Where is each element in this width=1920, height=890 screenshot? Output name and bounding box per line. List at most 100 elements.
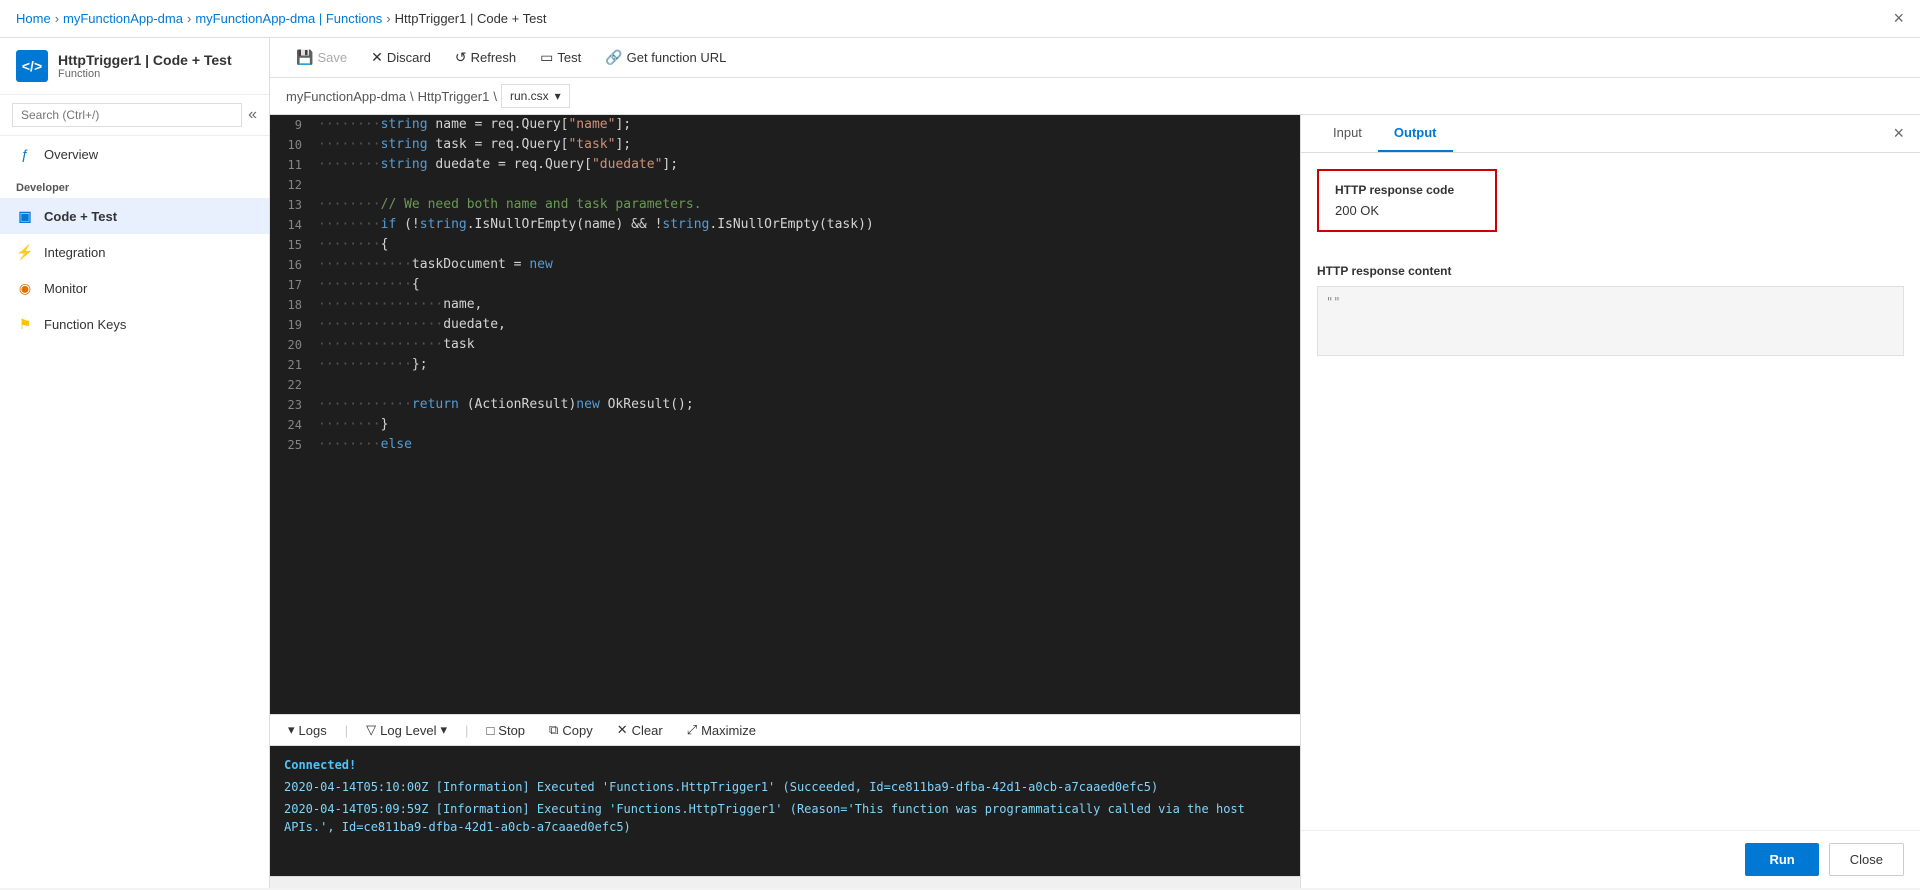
sidebar-item-label-monitor: Monitor <box>44 281 87 296</box>
http-response-code-value: 200 OK <box>1335 203 1479 218</box>
sidebar-search-area: « <box>0 95 269 136</box>
code-line: 15 ········{ <box>270 235 1300 255</box>
stop-icon: □ <box>486 723 494 738</box>
log-level-button[interactable]: ▽ Log Level ▾ <box>360 720 453 740</box>
code-test-icon: ▣ <box>16 207 34 225</box>
code-path: myFunctionApp-dma \ HttpTrigger1 \ <box>286 89 497 104</box>
file-dropdown[interactable]: run.csx ▾ <box>501 84 570 108</box>
discard-icon: ✕ <box>371 49 383 66</box>
sidebar-item-monitor[interactable]: ◉ Monitor <box>0 270 269 306</box>
integration-icon: ⚡ <box>16 243 34 261</box>
sidebar-logo: </> <box>16 50 48 82</box>
breadcrumb-home[interactable]: Home <box>16 11 51 26</box>
developer-section-label: Developer <box>0 172 269 198</box>
http-response-code-label: HTTP response code <box>1335 183 1479 197</box>
main-area: 💾 Save ✕ Discard ↺ Refresh ▭ Test 🔗 Get … <box>270 38 1920 888</box>
close-button[interactable]: Close <box>1829 843 1904 876</box>
code-path-trigger: HttpTrigger1 <box>418 89 490 104</box>
right-panel-footer: Run Close <box>1301 830 1920 888</box>
save-button[interactable]: 💾 Save <box>286 44 357 71</box>
top-bar: Home › myFunctionApp-dma › myFunctionApp… <box>0 0 1920 38</box>
code-section: 9 ········string name = req.Query["name"… <box>270 115 1300 888</box>
logs-toggle-button[interactable]: ▾ Logs <box>282 720 333 740</box>
sidebar-item-label-function-keys: Function Keys <box>44 317 126 332</box>
code-line: 19 ················duedate, <box>270 315 1300 335</box>
clear-button[interactable]: ✕ Clear <box>611 720 669 740</box>
right-panel-close-button[interactable]: × <box>1893 123 1904 144</box>
sidebar-item-code-test[interactable]: ▣ Code + Test <box>0 198 269 234</box>
toolbar: 💾 Save ✕ Discard ↺ Refresh ▭ Test 🔗 Get … <box>270 38 1920 78</box>
save-icon: 💾 <box>296 49 313 66</box>
code-line: 24 ········} <box>270 415 1300 435</box>
copy-button[interactable]: ⧉ Copy <box>543 720 599 740</box>
run-button[interactable]: Run <box>1745 843 1818 876</box>
code-line: 9 ········string name = req.Query["name"… <box>270 115 1300 135</box>
code-panel-header: myFunctionApp-dma \ HttpTrigger1 \ run.c… <box>270 78 1920 115</box>
copy-icon: ⧉ <box>549 722 558 738</box>
collapse-button[interactable]: « <box>248 106 257 124</box>
breadcrumb: Home › myFunctionApp-dma › myFunctionApp… <box>16 11 546 26</box>
log-connected-message: Connected! <box>284 756 1286 774</box>
right-panel-header: Input Output × <box>1301 115 1920 153</box>
log-line-1: 2020-04-14T05:10:00Z [Information] Execu… <box>284 778 1286 796</box>
clear-icon: ✕ <box>617 722 628 738</box>
code-line: 12 <box>270 175 1300 195</box>
discard-button[interactable]: ✕ Discard <box>361 44 441 71</box>
log-level-chevron-icon: ▾ <box>441 722 448 738</box>
sidebar-title: HttpTrigger1 | Code + Test <box>58 52 232 68</box>
function-keys-icon: ⚑ <box>16 315 34 333</box>
refresh-button[interactable]: ↺ Refresh <box>445 44 526 71</box>
code-line: 13 ········// We need both name and task… <box>270 195 1300 215</box>
code-line: 10 ········string task = req.Query["task… <box>270 135 1300 155</box>
code-line: 14 ········if (!string.IsNullOrEmpty(nam… <box>270 215 1300 235</box>
sidebar-item-integration[interactable]: ⚡ Integration <box>0 234 269 270</box>
sidebar-subtitle: Function <box>58 68 232 80</box>
get-function-url-button[interactable]: 🔗 Get function URL <box>595 44 736 71</box>
test-icon: ▭ <box>540 49 553 66</box>
refresh-icon: ↺ <box>455 49 467 66</box>
code-line: 21 ············}; <box>270 355 1300 375</box>
scrollbar-bottom[interactable] <box>270 876 1300 888</box>
maximize-button[interactable]: ⤢ Maximize <box>681 720 762 740</box>
sidebar: </> HttpTrigger1 | Code + Test Function … <box>0 38 270 888</box>
sidebar-item-label-overview: Overview <box>44 147 98 162</box>
right-panel: Input Output × HTTP response code 200 OK… <box>1300 115 1920 888</box>
tab-output[interactable]: Output <box>1378 115 1453 152</box>
code-editor[interactable]: 9 ········string name = req.Query["name"… <box>270 115 1300 714</box>
right-panel-content: HTTP response code 200 OK HTTP response … <box>1301 153 1920 830</box>
sidebar-item-label-integration: Integration <box>44 245 105 260</box>
link-icon: 🔗 <box>605 49 622 66</box>
test-button[interactable]: ▭ Test <box>530 44 591 71</box>
code-line: 11 ········string duedate = req.Query["d… <box>270 155 1300 175</box>
http-response-content-box: "" <box>1317 286 1904 356</box>
logs-chevron-icon: ▾ <box>288 722 295 738</box>
code-line: 22 <box>270 375 1300 395</box>
file-name: run.csx <box>510 89 549 103</box>
monitor-icon: ◉ <box>16 279 34 297</box>
code-line: 17 ············{ <box>270 275 1300 295</box>
log-line-2: 2020-04-14T05:09:59Z [Information] Execu… <box>284 800 1286 836</box>
code-line: 23 ············return (ActionResult)new … <box>270 395 1300 415</box>
http-response-code-box: HTTP response code 200 OK <box>1317 169 1497 232</box>
overview-icon: ƒ <box>16 145 34 163</box>
breadcrumb-functions[interactable]: myFunctionApp-dma | Functions <box>195 11 382 26</box>
top-close-button[interactable]: × <box>1893 8 1904 29</box>
sidebar-item-overview[interactable]: ƒ Overview <box>0 136 269 172</box>
sidebar-nav: ƒ Overview Developer ▣ Code + Test ⚡ Int… <box>0 136 269 888</box>
http-response-content-label: HTTP response content <box>1317 264 1904 278</box>
search-input[interactable] <box>12 103 242 127</box>
breadcrumb-app[interactable]: myFunctionApp-dma <box>63 11 183 26</box>
code-path-app: myFunctionApp-dma <box>286 89 406 104</box>
sidebar-item-function-keys[interactable]: ⚑ Function Keys <box>0 306 269 342</box>
logs-bar: ▾ Logs | ▽ Log Level ▾ | □ Stop <box>270 714 1300 746</box>
breadcrumb-current: HttpTrigger1 | Code + Test <box>395 11 547 26</box>
content-area: 9 ········string name = req.Query["name"… <box>270 115 1920 888</box>
stop-button[interactable]: □ Stop <box>480 721 531 740</box>
code-line: 16 ············taskDocument = new <box>270 255 1300 275</box>
sidebar-item-label-code-test: Code + Test <box>44 209 117 224</box>
filter-icon: ▽ <box>366 722 376 738</box>
tab-input[interactable]: Input <box>1317 115 1378 152</box>
code-line: 20 ················task <box>270 335 1300 355</box>
dropdown-chevron-icon: ▾ <box>555 89 561 103</box>
code-line: 18 ················name, <box>270 295 1300 315</box>
